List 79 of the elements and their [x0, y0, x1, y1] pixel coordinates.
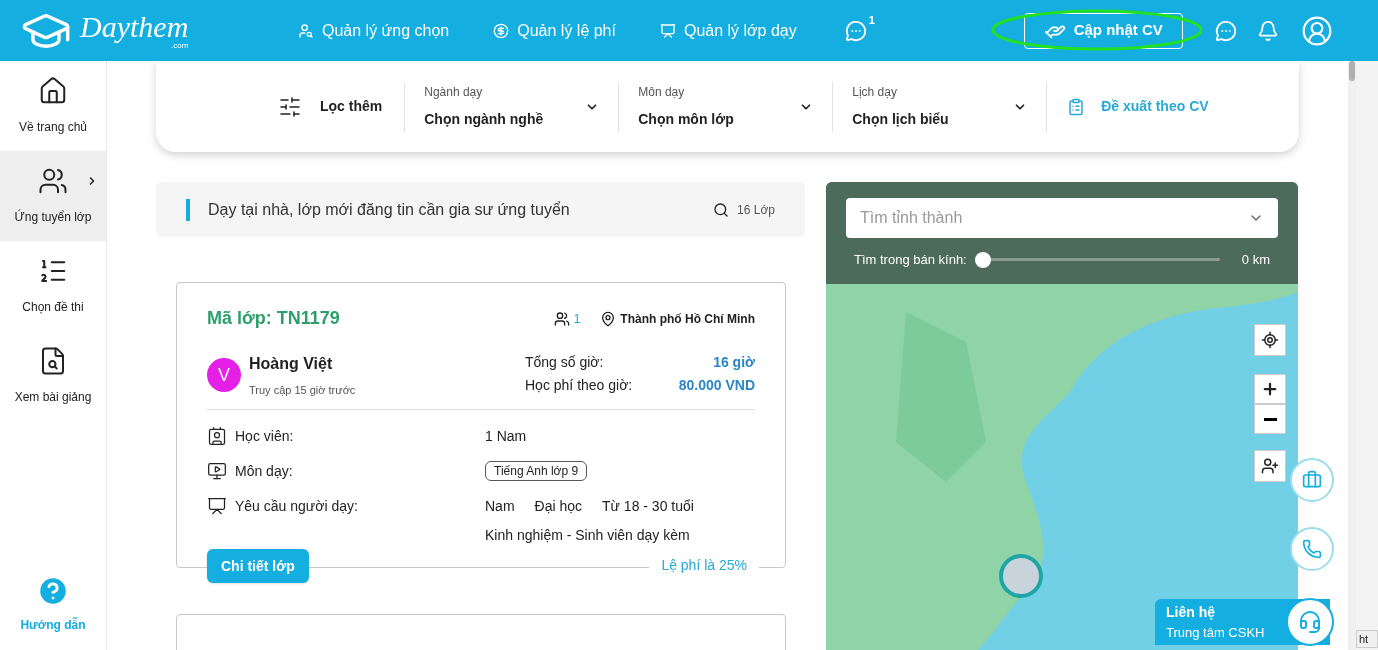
phone-icon: [1302, 539, 1322, 559]
radius-slider[interactable]: [974, 251, 1220, 268]
help-link[interactable]: Hướng dẫn: [20, 616, 86, 634]
dropdown-label: Ngành dạy: [424, 84, 484, 101]
detail-label: Môn dạy:: [235, 461, 293, 481]
contact-subtitle: Trung tâm CSKH: [1166, 623, 1266, 642]
zoom-in-button[interactable]: [1254, 374, 1286, 404]
search-icon[interactable]: [713, 201, 730, 218]
stat-value: 80.000 VND: [678, 376, 755, 395]
requirement-note: Kinh nghiệm - Sinh viên dạy kèm: [485, 525, 691, 545]
url-tooltip: ht: [1356, 629, 1378, 648]
phone-button[interactable]: [1290, 527, 1334, 571]
class-details-button[interactable]: Chi tiết lớp: [207, 549, 309, 583]
sliders-icon: [278, 94, 302, 119]
last-seen-text: Truy cập 15 giờ trước: [249, 383, 356, 398]
class-code: Mã lớp: TN1179: [207, 307, 340, 330]
nav-link[interactable]: Quản lý lệ phí: [493, 18, 616, 43]
location-text: Thành phố Hồ Chí Minh: [620, 310, 755, 328]
dropdown-label: Môn dạy: [638, 84, 686, 101]
monitor-icon: [207, 461, 227, 481]
cv-suggest-link[interactable]: Đề xuất theo CV: [1046, 81, 1209, 132]
listing-title: Dạy tại nhà, lớp mới đăng tin cần gia sư ứng tuyển: [208, 199, 570, 220]
add-user-icon: [1261, 457, 1279, 475]
add-user-button[interactable]: [1254, 450, 1286, 482]
id-card-icon: [207, 426, 227, 446]
zoom-out-button[interactable]: [1254, 404, 1286, 434]
notification-count: 1: [868, 12, 875, 28]
locate-button[interactable]: [1254, 324, 1286, 356]
briefcase-icon: [1302, 470, 1322, 490]
minus-icon: [1263, 417, 1277, 421]
logo-suffix: .com: [170, 41, 189, 50]
house-icon: [38, 76, 68, 106]
radius-value: 0 km: [1241, 251, 1270, 269]
dollar-icon: [493, 22, 510, 39]
map-pin-icon: [600, 310, 617, 327]
dropdown-value: Chọn ngành nghề: [424, 110, 544, 129]
people-icon: [553, 310, 570, 327]
presentation-icon: [659, 22, 676, 39]
user-search-icon: [298, 22, 314, 39]
avatar: V: [207, 358, 241, 392]
nav-link[interactable]: Quản lý lớp dạy: [659, 18, 797, 43]
chat-icon[interactable]: [1214, 19, 1237, 42]
sidebar-item[interactable]: Ứng tuyển lớp: [0, 151, 106, 241]
stat-label: Học phí theo giờ:: [525, 376, 633, 395]
detail-value: 1 Nam: [485, 426, 527, 446]
radius-label: Tìm trong bán kính:: [854, 251, 967, 269]
requirement-text: Đại học: [534, 496, 583, 516]
more-filters-button[interactable]: Lọc thêm: [320, 96, 383, 117]
dropdown-value: Chọn lịch biểu: [852, 110, 949, 129]
locate-icon: [1261, 331, 1279, 349]
plus-icon: [1261, 380, 1279, 398]
class-count: 16 Lớp: [737, 201, 775, 219]
stat-label: Tổng số giờ:: [525, 353, 604, 372]
requirement-text: Từ 18 - 30 tuổi: [602, 496, 694, 516]
presentation-icon: [207, 496, 227, 516]
stat-value: 16 giờ: [713, 353, 755, 372]
clipboard-icon: [1067, 97, 1086, 116]
detail-label: Học viên:: [235, 426, 294, 446]
dropdown-value: Chọn môn lớp: [638, 110, 734, 129]
sidebar-item[interactable]: Xem bài giảng: [0, 331, 106, 421]
sidebar-item[interactable]: Về trang chủ: [0, 61, 106, 151]
sidebar-item[interactable]: Chọn đề thi: [0, 241, 106, 331]
update-cv-button[interactable]: Cập nhật CV: [1023, 12, 1183, 49]
nav-link[interactable]: Quản lý ứng chọn: [298, 18, 450, 43]
applicant-count: 1: [573, 310, 581, 328]
filter-dropdown[interactable]: Lịch dạy Chọn lịch biểu: [832, 81, 1047, 132]
group-icon: [38, 166, 68, 196]
filter-dropdown[interactable]: Môn dạy Chọn môn lớp: [618, 81, 833, 132]
province-search-field[interactable]: Tìm tỉnh thành: [846, 198, 1278, 238]
detail-label: Yêu cầu người dạy:: [235, 496, 358, 516]
logo-text: Daythem: [80, 11, 189, 42]
bell-icon[interactable]: [1256, 19, 1279, 42]
requirement-text: Nam: [485, 496, 515, 516]
filter-dropdown[interactable]: Ngành dạy Chọn ngành nghề: [404, 81, 619, 132]
contact-title: Liên hệ: [1166, 602, 1216, 622]
tutor-name: Hoàng Việt: [249, 354, 334, 374]
user-icon[interactable]: [1300, 14, 1333, 47]
dropdown-label: Lịch dạy: [852, 84, 898, 101]
subject-tag: Tiếng Anh lớp 9: [485, 460, 588, 481]
